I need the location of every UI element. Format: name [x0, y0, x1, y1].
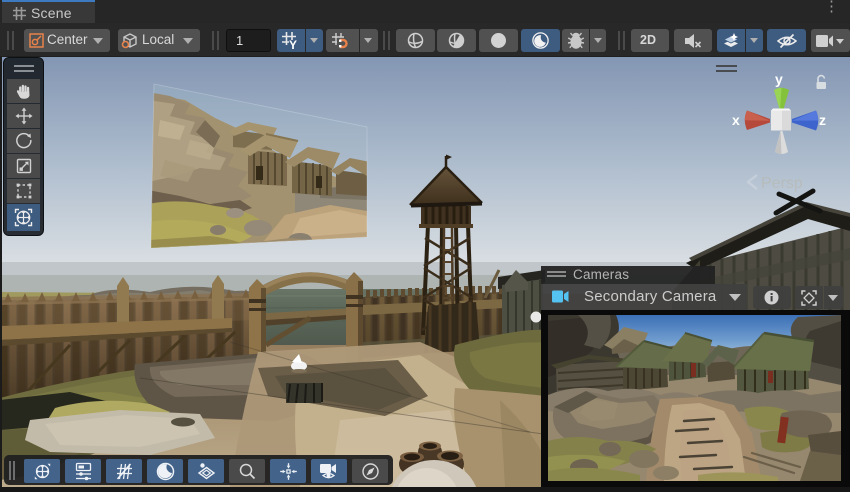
svg-text:Persp: Persp — [761, 175, 803, 192]
svg-text:y: y — [775, 71, 783, 87]
svg-text:Y: Y — [289, 38, 297, 50]
svg-text:x: x — [732, 112, 740, 128]
svg-text:z: z — [819, 112, 826, 128]
